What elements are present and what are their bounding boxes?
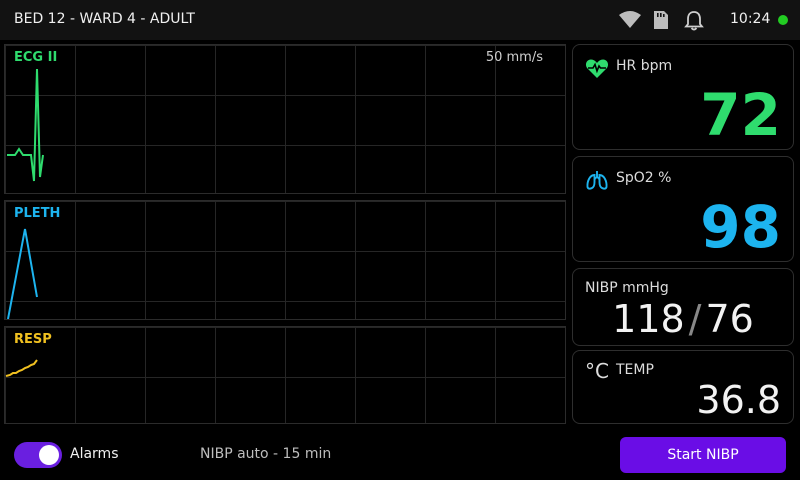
- alarms-label: Alarms: [70, 446, 119, 462]
- resp-waveform: [5, 359, 38, 377]
- systolic-value: 118: [612, 297, 685, 341]
- bed-title: BED 12 - WARD 4 - ADULT: [14, 11, 195, 27]
- nibp-label: NIBP mmHg: [585, 280, 669, 296]
- pleth-panel: PLETH: [4, 200, 566, 320]
- diastolic-value: 76: [705, 297, 754, 341]
- temp-tile: °C TEMP 36.8: [572, 350, 794, 424]
- sweep-speed: 50 mm/s: [485, 50, 543, 65]
- alarms-toggle[interactable]: [14, 442, 62, 468]
- hr-tile: HR bpm 72: [572, 44, 794, 150]
- wifi-icon: [618, 9, 641, 31]
- spo2-value: 98: [700, 193, 781, 261]
- top-bar: BED 12 - WARD 4 - ADULT 10:24: [0, 0, 800, 40]
- nibp-reading: 118/76: [573, 297, 793, 341]
- start-nibp-button[interactable]: Start NIBP: [620, 437, 786, 473]
- nibp-auto-status: NIBP auto - 15 min: [200, 446, 332, 462]
- celsius-icon: °C: [585, 359, 609, 383]
- heart-pulse-icon: [585, 57, 609, 83]
- resp-panel: RESP: [4, 326, 566, 424]
- pleth-label: PLETH: [14, 206, 61, 221]
- spo2-tile: SpO2 % 98: [572, 156, 794, 262]
- ecg-panel: ECG II 50 mm/s: [4, 44, 566, 194]
- temp-label: TEMP: [616, 362, 654, 378]
- spo2-label: SpO2 %: [616, 170, 672, 186]
- hr-value: 72: [700, 81, 781, 149]
- bell-icon[interactable]: [683, 9, 705, 31]
- status-indicator: [778, 15, 788, 25]
- ecg-waveform: [7, 68, 44, 182]
- ecg-label: ECG II: [14, 50, 58, 65]
- clock: 10:24: [730, 11, 771, 27]
- bp-separator: /: [688, 297, 702, 341]
- lungs-icon: [585, 169, 609, 195]
- nibp-tile: NIBP mmHg 118/76: [572, 268, 794, 346]
- sd-card-icon: [652, 9, 674, 31]
- resp-label: RESP: [14, 332, 52, 347]
- toggle-knob: [39, 445, 59, 465]
- pleth-waveform: [7, 228, 38, 319]
- temp-value: 36.8: [696, 378, 781, 422]
- hr-label: HR bpm: [616, 58, 673, 74]
